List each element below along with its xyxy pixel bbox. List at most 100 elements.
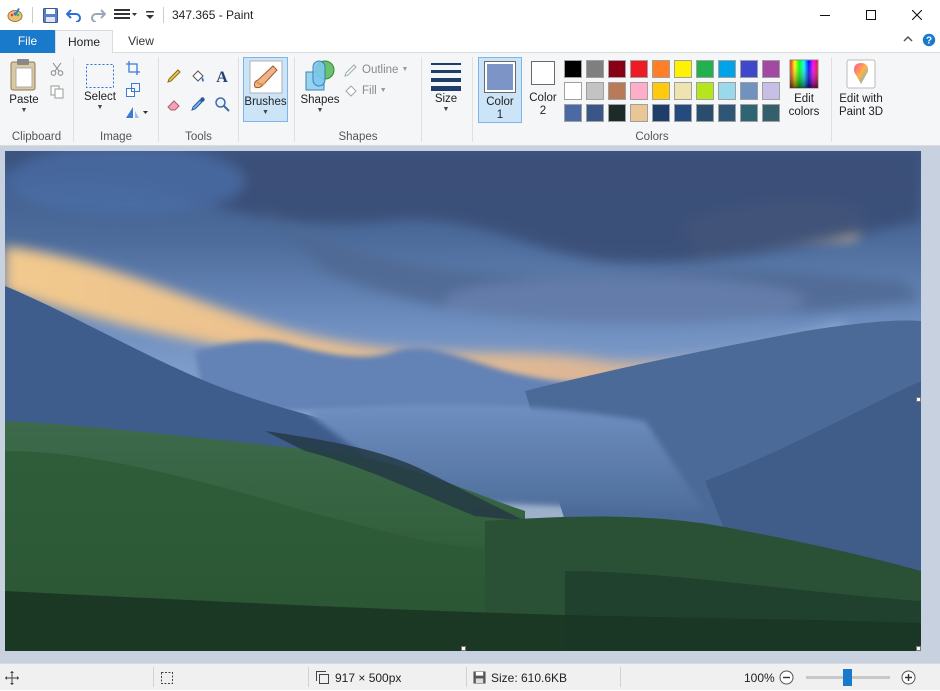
fill-bucket-icon[interactable] [189,67,207,85]
palette-swatch[interactable] [608,104,626,122]
zoom-in-button[interactable] [901,664,916,691]
zoom-slider-thumb[interactable] [843,669,852,686]
palette-swatch[interactable] [586,82,604,100]
palette-swatch[interactable] [564,60,582,78]
tab-home[interactable]: Home [55,30,113,54]
paint-app-icon[interactable] [6,6,24,24]
chevron-down-icon: ▼ [96,104,104,111]
fill-icon [345,85,357,97]
palette-swatch[interactable] [586,60,604,78]
status-bar: 917 × 500px Size: 610.6KB 100% [0,663,940,690]
palette-swatch[interactable] [718,82,736,100]
color1-button[interactable]: Color 1 [478,57,522,123]
color-picker-icon[interactable] [189,95,207,113]
copy-icon[interactable] [48,83,66,101]
brush-icon [249,60,282,94]
magnifier-icon[interactable] [213,95,231,113]
chevron-down-icon: ▼ [20,107,28,114]
palette-swatch[interactable] [762,60,780,78]
disk-icon [473,671,486,684]
palette-swatch[interactable] [740,104,758,122]
resize-icon[interactable] [124,81,142,99]
group-divider [238,57,239,142]
tab-view[interactable]: View [113,30,169,53]
paint3d-icon [846,59,876,89]
fill-button[interactable]: Fill ▼ [343,83,387,99]
properties-icon[interactable] [113,6,139,24]
size-button[interactable]: Size ▼ [426,61,466,114]
palette-swatch[interactable] [652,60,670,78]
palette-swatch[interactable] [674,104,692,122]
palette-swatch[interactable] [740,60,758,78]
palette-swatch[interactable] [608,82,626,100]
shapes-group: Shapes ▼ Outline ▼ Fill ▼ Shapes [295,53,421,146]
svg-text:A: A [216,69,228,84]
outline-button[interactable]: Outline ▼ [343,62,408,78]
resize-handle-corner[interactable] [916,646,921,651]
resize-handle-right[interactable] [916,397,921,402]
collapse-ribbon-icon[interactable] [902,33,914,50]
palette-swatch[interactable] [630,60,648,78]
window-controls [802,0,940,30]
landscape-painting [5,151,921,651]
help-icon[interactable]: ? [922,33,936,50]
tab-file[interactable]: File [0,30,55,53]
palette-swatch[interactable] [608,60,626,78]
drawing-canvas[interactable] [5,151,921,651]
selection-icon [161,671,173,684]
shapes-button[interactable]: Shapes ▼ [299,58,341,115]
palette-swatch[interactable] [564,104,582,122]
edit-colors-button[interactable]: Edit colors [784,59,824,119]
color2-button[interactable]: Color 2 [526,61,560,118]
palette-swatch[interactable] [630,104,648,122]
text-icon[interactable]: A [213,67,231,85]
maximize-button[interactable] [848,0,894,30]
palette-swatch[interactable] [718,60,736,78]
colors-group: Color 1 Color 2 Edit colors Colors [473,53,831,146]
customize-toolbar-icon[interactable] [145,6,155,24]
eraser-icon[interactable] [165,95,183,113]
save-icon[interactable] [41,6,59,24]
file-size: Size: 610.6KB [473,664,567,691]
palette-swatch[interactable] [564,82,582,100]
pencil-icon[interactable] [165,67,183,85]
zoom-out-button[interactable] [779,664,794,691]
ribbon-controls: ? [902,33,936,50]
palette-swatch[interactable] [718,104,736,122]
canvas-workspace[interactable] [0,146,940,663]
size-icon [431,63,461,91]
cut-icon[interactable] [48,60,66,78]
palette-swatch[interactable] [696,104,714,122]
palette-swatch[interactable] [762,82,780,100]
edit-with-paint3d-button[interactable]: Edit with Paint 3D [834,59,888,119]
shapes-icon [305,60,335,91]
palette-swatch[interactable] [674,60,692,78]
rotate-icon[interactable] [124,103,150,121]
clipboard-group: Paste ▼ Clipboard [0,53,73,146]
paste-icon [10,59,36,91]
palette-swatch[interactable] [674,82,692,100]
minimize-button[interactable] [802,0,848,30]
crop-icon[interactable] [124,59,142,77]
palette-swatch[interactable] [652,104,670,122]
ribbon-tabs: File Home View ? [0,30,940,54]
palette-swatch[interactable] [586,104,604,122]
palette-swatch[interactable] [740,82,758,100]
undo-icon[interactable] [65,6,83,24]
palette-swatch[interactable] [696,60,714,78]
shapes-group-label: Shapes [338,131,378,143]
chevron-down-icon: ▼ [316,107,324,114]
palette-swatch[interactable] [630,82,648,100]
resize-handle-bottom[interactable] [461,646,466,651]
ribbon: Paste ▼ Clipboard Select ▼ Image A Tools… [0,53,940,146]
select-button[interactable]: Select ▼ [82,63,118,112]
palette-swatch[interactable] [696,82,714,100]
brushes-button[interactable]: Brushes ▼ [243,57,288,122]
image-group: Select ▼ Image [74,53,158,146]
palette-swatch[interactable] [762,104,780,122]
paste-button[interactable]: Paste ▼ [6,58,42,115]
palette-swatch[interactable] [652,82,670,100]
redo-icon[interactable] [89,6,107,24]
close-button[interactable] [894,0,940,30]
cursor-position-icon [5,670,19,685]
